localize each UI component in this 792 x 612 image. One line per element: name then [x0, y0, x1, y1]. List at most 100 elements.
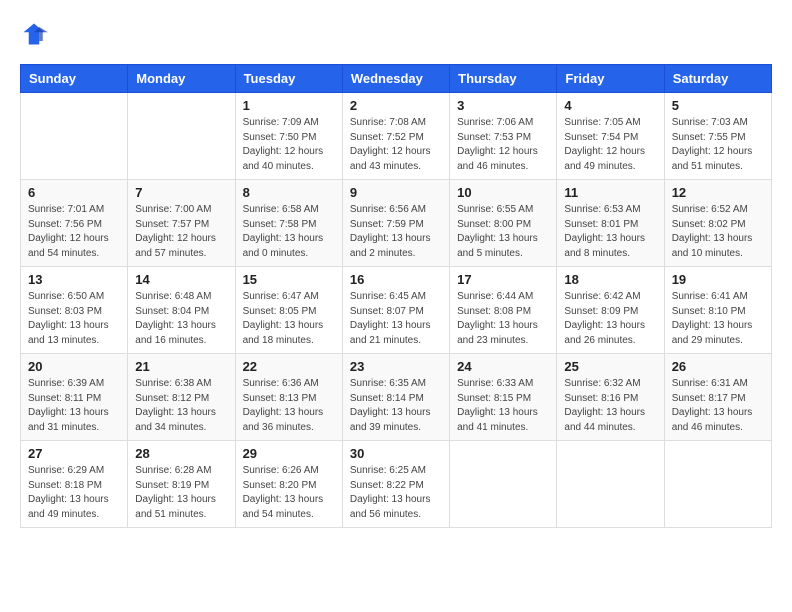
day-cell: 6 Sunrise: 7:01 AM Sunset: 7:56 PM Daylig…	[21, 180, 128, 267]
day-number: 4	[564, 98, 656, 113]
day-cell: 29 Sunrise: 6:26 AM Sunset: 8:20 PM Dayli…	[235, 441, 342, 528]
day-cell: 19 Sunrise: 6:41 AM Sunset: 8:10 PM Dayli…	[664, 267, 771, 354]
day-cell	[557, 441, 664, 528]
day-cell	[128, 93, 235, 180]
day-cell: 5 Sunrise: 7:03 AM Sunset: 7:55 PM Daylig…	[664, 93, 771, 180]
day-number: 11	[564, 185, 656, 200]
header-saturday: Saturday	[664, 65, 771, 93]
day-number: 16	[350, 272, 442, 287]
day-number: 15	[243, 272, 335, 287]
day-cell: 22 Sunrise: 6:36 AM Sunset: 8:13 PM Dayli…	[235, 354, 342, 441]
day-number: 17	[457, 272, 549, 287]
header-thursday: Thursday	[450, 65, 557, 93]
day-cell: 24Sunrise: 6:33 AM Sunset: 8:15 PM Dayli…	[450, 354, 557, 441]
day-info: Sunrise: 7:08 AM Sunset: 7:52 PM Dayligh…	[350, 116, 442, 174]
day-cell: 14 Sunrise: 6:48 AM Sunset: 8:04 PM Dayli…	[128, 267, 235, 354]
day-cell: 2 Sunrise: 7:08 AM Sunset: 7:52 PM Daylig…	[342, 93, 449, 180]
header-wednesday: Wednesday	[342, 65, 449, 93]
day-info: Sunrise: 6:25 AM Sunset: 8:22 PM Dayligh…	[350, 464, 442, 522]
day-info: Sunrise: 7:01 AM Sunset: 7:56 PM Dayligh…	[28, 203, 120, 261]
day-info: Sunrise: 6:35 AM Sunset: 8:14 PM Dayligh…	[350, 377, 442, 435]
day-number: 7	[135, 185, 227, 200]
day-info: Sunrise: 6:58 AM Sunset: 7:58 PM Dayligh…	[243, 203, 335, 261]
day-cell	[450, 441, 557, 528]
week-row-2: 6 Sunrise: 7:01 AM Sunset: 7:56 PM Daylig…	[21, 180, 772, 267]
day-cell: 26 Sunrise: 6:31 AM Sunset: 8:17 PM Dayli…	[664, 354, 771, 441]
day-info: Sunrise: 7:03 AM Sunset: 7:55 PM Dayligh…	[672, 116, 764, 174]
day-cell: 7 Sunrise: 7:00 AM Sunset: 7:57 PM Daylig…	[128, 180, 235, 267]
day-cell: 13Sunrise: 6:50 AM Sunset: 8:03 PM Dayli…	[21, 267, 128, 354]
day-number: 21	[135, 359, 227, 374]
day-info: Sunrise: 6:47 AM Sunset: 8:05 PM Dayligh…	[243, 290, 335, 348]
day-info: Sunrise: 6:42 AM Sunset: 8:09 PM Dayligh…	[564, 290, 656, 348]
day-cell: 4 Sunrise: 7:05 AM Sunset: 7:54 PM Daylig…	[557, 93, 664, 180]
header-monday: Monday	[128, 65, 235, 93]
day-info: Sunrise: 6:53 AM Sunset: 8:01 PM Dayligh…	[564, 203, 656, 261]
logo-icon	[20, 20, 48, 48]
day-number: 20	[28, 359, 120, 374]
day-number: 19	[672, 272, 764, 287]
day-number: 24	[457, 359, 549, 374]
day-info: Sunrise: 6:31 AM Sunset: 8:17 PM Dayligh…	[672, 377, 764, 435]
day-cell: 25Sunrise: 6:32 AM Sunset: 8:16 PM Dayli…	[557, 354, 664, 441]
day-info: Sunrise: 6:45 AM Sunset: 8:07 PM Dayligh…	[350, 290, 442, 348]
day-info: Sunrise: 6:55 AM Sunset: 8:00 PM Dayligh…	[457, 203, 549, 261]
day-number: 2	[350, 98, 442, 113]
day-cell: 1Sunrise: 7:09 AM Sunset: 7:50 PM Daylig…	[235, 93, 342, 180]
calendar-header: SundayMondayTuesdayWednesdayThursdayFrid…	[21, 65, 772, 93]
header-sunday: Sunday	[21, 65, 128, 93]
day-number: 9	[350, 185, 442, 200]
header-tuesday: Tuesday	[235, 65, 342, 93]
day-info: Sunrise: 6:50 AM Sunset: 8:03 PM Dayligh…	[28, 290, 120, 348]
day-cell: 16 Sunrise: 6:45 AM Sunset: 8:07 PM Dayli…	[342, 267, 449, 354]
day-info: Sunrise: 7:00 AM Sunset: 7:57 PM Dayligh…	[135, 203, 227, 261]
day-cell: 11 Sunrise: 6:53 AM Sunset: 8:01 PM Dayli…	[557, 180, 664, 267]
day-info: Sunrise: 6:52 AM Sunset: 8:02 PM Dayligh…	[672, 203, 764, 261]
day-number: 28	[135, 446, 227, 461]
day-number: 26	[672, 359, 764, 374]
day-cell: 28 Sunrise: 6:28 AM Sunset: 8:19 PM Dayli…	[128, 441, 235, 528]
day-info: Sunrise: 6:41 AM Sunset: 8:10 PM Dayligh…	[672, 290, 764, 348]
day-cell: 9 Sunrise: 6:56 AM Sunset: 7:59 PM Daylig…	[342, 180, 449, 267]
day-number: 6	[28, 185, 120, 200]
day-info: Sunrise: 6:48 AM Sunset: 8:04 PM Dayligh…	[135, 290, 227, 348]
day-cell: 21 Sunrise: 6:38 AM Sunset: 8:12 PM Dayli…	[128, 354, 235, 441]
week-row-4: 20 Sunrise: 6:39 AM Sunset: 8:11 PM Dayli…	[21, 354, 772, 441]
header-friday: Friday	[557, 65, 664, 93]
day-number: 14	[135, 272, 227, 287]
week-row-5: 27Sunrise: 6:29 AM Sunset: 8:18 PM Dayli…	[21, 441, 772, 528]
day-number: 30	[350, 446, 442, 461]
day-info: Sunrise: 7:09 AM Sunset: 7:50 PM Dayligh…	[243, 116, 335, 174]
day-number: 27	[28, 446, 120, 461]
header-row: SundayMondayTuesdayWednesdayThursdayFrid…	[21, 65, 772, 93]
week-row-3: 13Sunrise: 6:50 AM Sunset: 8:03 PM Dayli…	[21, 267, 772, 354]
day-info: Sunrise: 6:44 AM Sunset: 8:08 PM Dayligh…	[457, 290, 549, 348]
day-cell	[664, 441, 771, 528]
day-info: Sunrise: 6:38 AM Sunset: 8:12 PM Dayligh…	[135, 377, 227, 435]
day-info: Sunrise: 6:28 AM Sunset: 8:19 PM Dayligh…	[135, 464, 227, 522]
day-cell: 27Sunrise: 6:29 AM Sunset: 8:18 PM Dayli…	[21, 441, 128, 528]
page-header	[20, 20, 772, 48]
day-number: 29	[243, 446, 335, 461]
day-info: Sunrise: 6:39 AM Sunset: 8:11 PM Dayligh…	[28, 377, 120, 435]
logo	[20, 20, 52, 48]
day-number: 3	[457, 98, 549, 113]
day-info: Sunrise: 6:32 AM Sunset: 8:16 PM Dayligh…	[564, 377, 656, 435]
day-number: 5	[672, 98, 764, 113]
day-number: 22	[243, 359, 335, 374]
day-info: Sunrise: 7:05 AM Sunset: 7:54 PM Dayligh…	[564, 116, 656, 174]
calendar-body: 1Sunrise: 7:09 AM Sunset: 7:50 PM Daylig…	[21, 93, 772, 528]
day-cell: 20 Sunrise: 6:39 AM Sunset: 8:11 PM Dayli…	[21, 354, 128, 441]
day-cell: 10Sunrise: 6:55 AM Sunset: 8:00 PM Dayli…	[450, 180, 557, 267]
day-number: 23	[350, 359, 442, 374]
day-info: Sunrise: 6:56 AM Sunset: 7:59 PM Dayligh…	[350, 203, 442, 261]
calendar-table: SundayMondayTuesdayWednesdayThursdayFrid…	[20, 64, 772, 528]
day-cell	[21, 93, 128, 180]
day-info: Sunrise: 6:26 AM Sunset: 8:20 PM Dayligh…	[243, 464, 335, 522]
day-number: 18	[564, 272, 656, 287]
week-row-1: 1Sunrise: 7:09 AM Sunset: 7:50 PM Daylig…	[21, 93, 772, 180]
day-info: Sunrise: 6:36 AM Sunset: 8:13 PM Dayligh…	[243, 377, 335, 435]
day-cell: 30 Sunrise: 6:25 AM Sunset: 8:22 PM Dayli…	[342, 441, 449, 528]
day-cell: 12Sunrise: 6:52 AM Sunset: 8:02 PM Dayli…	[664, 180, 771, 267]
day-cell: 3Sunrise: 7:06 AM Sunset: 7:53 PM Daylig…	[450, 93, 557, 180]
